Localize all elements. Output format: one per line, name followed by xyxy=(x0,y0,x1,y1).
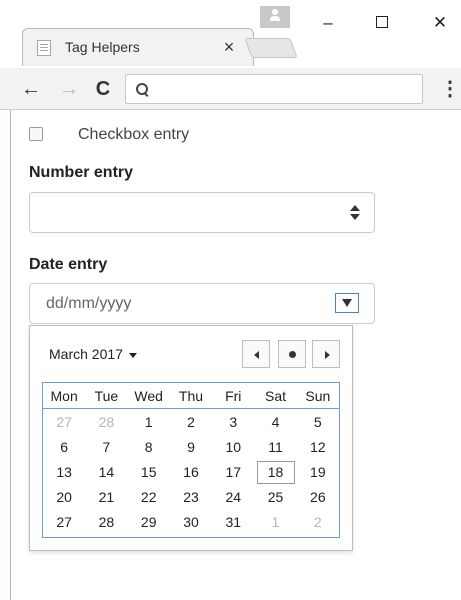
date-entry-label: Date entry xyxy=(29,256,108,273)
calendar-day[interactable]: 17 xyxy=(212,460,254,485)
calendar-day[interactable]: 19 xyxy=(297,460,339,485)
profile-button[interactable] xyxy=(260,6,290,28)
calendar-day[interactable]: 1 xyxy=(254,510,296,535)
calendar-day[interactable]: 23 xyxy=(170,485,212,510)
calendar-day[interactable]: 20 xyxy=(43,485,85,510)
calendar-day[interactable]: 30 xyxy=(170,510,212,535)
calendar-day[interactable]: 11 xyxy=(254,435,296,460)
chevron-down-icon xyxy=(342,299,352,307)
calendar-days: 27 28 1 2 3 4 5 6 7 8 9 10 11 12 13 14 15 16 17 18 19 20 21 22 2… xyxy=(43,410,339,535)
calendar-week-row: 20 21 22 23 24 25 26 xyxy=(43,485,339,510)
calendar-week-row: 27 28 1 2 3 4 5 xyxy=(43,410,339,435)
calendar-day[interactable]: 16 xyxy=(170,460,212,485)
calendar-day[interactable]: 29 xyxy=(128,510,170,535)
month-year-selector[interactable]: March 2017 xyxy=(49,346,137,362)
weekday-label: Thu xyxy=(178,388,204,404)
weekday-label: Mon xyxy=(50,388,78,404)
checkbox-entry-label: Checkbox entry xyxy=(78,126,190,143)
calendar-day[interactable]: 3 xyxy=(212,410,254,435)
calendar-day[interactable]: 24 xyxy=(212,485,254,510)
date-entry-input[interactable]: dd/mm/yyyy xyxy=(29,283,375,324)
title-bar: Tag Helpers × – ✕ xyxy=(0,0,461,70)
number-entry-label: Number entry xyxy=(29,164,134,181)
calendar-day[interactable]: 7 xyxy=(85,435,127,460)
minimize-button[interactable]: – xyxy=(308,8,348,38)
forward-button[interactable]: → xyxy=(56,76,82,102)
chevron-right-icon xyxy=(325,351,330,359)
checkbox-entry[interactable] xyxy=(29,127,43,141)
maximize-icon xyxy=(376,16,388,29)
calendar-day[interactable]: 9 xyxy=(170,435,212,460)
browser-menu-button[interactable]: ⋮ xyxy=(440,76,460,102)
calendar-week-row: 13 14 15 16 17 18 19 xyxy=(43,460,339,485)
back-button[interactable]: ← xyxy=(18,76,44,102)
calendar-day[interactable]: 22 xyxy=(128,485,170,510)
calendar-day[interactable]: 15 xyxy=(128,460,170,485)
calendar-day[interactable]: 27 xyxy=(43,510,85,535)
weekday-label: Tue xyxy=(94,388,119,404)
weekday-label: Sat xyxy=(265,388,287,404)
browser-toolbar: ← → C ⋮ xyxy=(0,68,461,110)
calendar-day[interactable]: 4 xyxy=(254,410,296,435)
close-window-button[interactable]: ✕ xyxy=(420,8,460,38)
today-button[interactable] xyxy=(278,340,306,368)
previous-month-button[interactable] xyxy=(242,340,270,368)
page-favicon-icon xyxy=(37,40,51,56)
calendar-day[interactable]: 1 xyxy=(128,410,170,435)
weekday-label: Fri xyxy=(225,388,242,404)
calendar-day[interactable]: 28 xyxy=(85,410,127,435)
month-year-label: March 2017 xyxy=(49,346,123,362)
dot-icon xyxy=(289,351,296,358)
date-dropdown-button[interactable] xyxy=(335,293,359,313)
number-entry-input[interactable] xyxy=(29,192,375,233)
calendar-day[interactable]: 12 xyxy=(297,435,339,460)
weekday-label: Sun xyxy=(305,388,331,404)
search-icon xyxy=(136,83,148,95)
user-icon xyxy=(270,9,280,23)
date-picker-popup: March 2017 Mon Tue Wed Thu Fri Sat Sun 2… xyxy=(29,325,353,551)
calendar-day-today[interactable]: 18 xyxy=(254,460,296,485)
calendar-week-row: 6 7 8 9 10 11 12 xyxy=(43,435,339,460)
maximize-button[interactable] xyxy=(362,8,402,38)
calendar-day[interactable]: 27 xyxy=(43,410,85,435)
next-month-button[interactable] xyxy=(312,340,340,368)
calendar-day[interactable]: 26 xyxy=(297,485,339,510)
calendar-day[interactable]: 10 xyxy=(212,435,254,460)
address-bar[interactable] xyxy=(125,74,423,104)
calendar-day[interactable]: 25 xyxy=(254,485,296,510)
calendar-grid: Mon Tue Wed Thu Fri Sat Sun 27 28 1 2 3 4 5 6 7 8… xyxy=(42,382,340,538)
calendar-day[interactable]: 2 xyxy=(170,410,212,435)
today-day-label: 18 xyxy=(256,461,295,484)
page-edge xyxy=(10,110,11,600)
tab-title: Tag Helpers xyxy=(65,39,140,55)
tab-close-icon[interactable]: × xyxy=(219,35,239,59)
calendar-day[interactable]: 21 xyxy=(85,485,127,510)
reload-button[interactable]: C xyxy=(90,76,116,102)
calendar-week-row: 27 28 29 30 31 1 2 xyxy=(43,510,339,535)
number-spinner-icon[interactable] xyxy=(350,205,360,221)
browser-tab[interactable]: Tag Helpers × xyxy=(22,28,254,66)
calendar-day[interactable]: 13 xyxy=(43,460,85,485)
calendar-day[interactable]: 14 xyxy=(85,460,127,485)
calendar-day[interactable]: 6 xyxy=(43,435,85,460)
calendar-day[interactable]: 28 xyxy=(85,510,127,535)
calendar-day[interactable]: 2 xyxy=(297,510,339,535)
weekday-label: Wed xyxy=(134,388,163,404)
date-placeholder: dd/mm/yyyy xyxy=(46,295,132,312)
caret-down-icon xyxy=(128,352,137,358)
calendar-day[interactable]: 31 xyxy=(212,510,254,535)
calendar-day[interactable]: 5 xyxy=(297,410,339,435)
calendar-day[interactable]: 8 xyxy=(128,435,170,460)
new-tab-button[interactable] xyxy=(244,38,298,58)
chevron-left-icon xyxy=(254,351,259,359)
weekday-header: Mon Tue Wed Thu Fri Sat Sun xyxy=(43,383,339,409)
